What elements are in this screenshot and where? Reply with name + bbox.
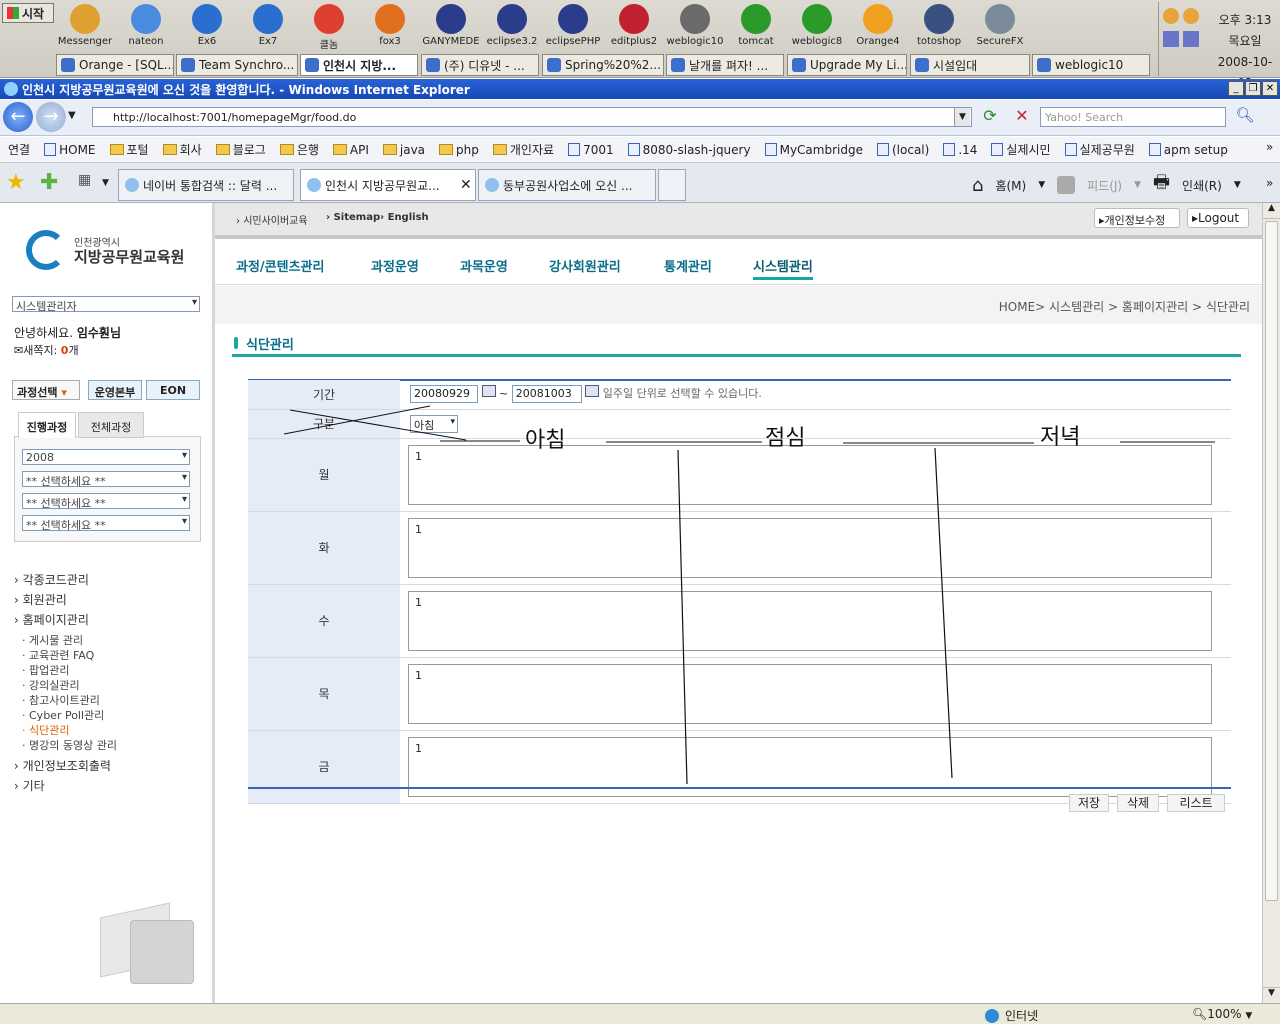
- zoom-icon: 🔍︎: [1192, 1007, 1208, 1021]
- scroll-up-icon[interactable]: ▲: [1263, 203, 1280, 219]
- list-button[interactable]: 리스트: [1167, 794, 1225, 812]
- annotation-overlay: [283, 405, 1215, 785]
- meal-header-lunch: 점심: [765, 426, 806, 451]
- globe-icon: [985, 1008, 999, 1023]
- scroll-down-icon[interactable]: ▼: [1263, 987, 1280, 1003]
- delete-button[interactable]: 삭제: [1117, 794, 1159, 812]
- zone-indicator[interactable]: 인터넷: [985, 1007, 1038, 1024]
- links-more-icon[interactable]: »: [1266, 140, 1273, 154]
- scroll-thumb[interactable]: [1265, 221, 1278, 901]
- command-more-icon[interactable]: »: [1266, 176, 1273, 190]
- status-bar: 인터넷 🔍︎100% ▼: [0, 1003, 1280, 1024]
- zoom-dropdown-icon: ▼: [1245, 1011, 1253, 1021]
- vertical-scrollbar[interactable]: ▲ ▼: [1262, 203, 1280, 1003]
- strike-line-1: [289, 409, 467, 441]
- save-button[interactable]: 저장: [1069, 794, 1109, 812]
- meal-header-breakfast: 아침: [525, 428, 566, 453]
- close-window-button[interactable]: ✕: [1262, 81, 1278, 96]
- column-divider-2: [934, 447, 953, 779]
- meal-header-dinner: 저녁: [1040, 425, 1081, 450]
- column-divider-1: [677, 449, 688, 785]
- zoom-control[interactable]: 🔍︎100% ▼: [1192, 1007, 1252, 1021]
